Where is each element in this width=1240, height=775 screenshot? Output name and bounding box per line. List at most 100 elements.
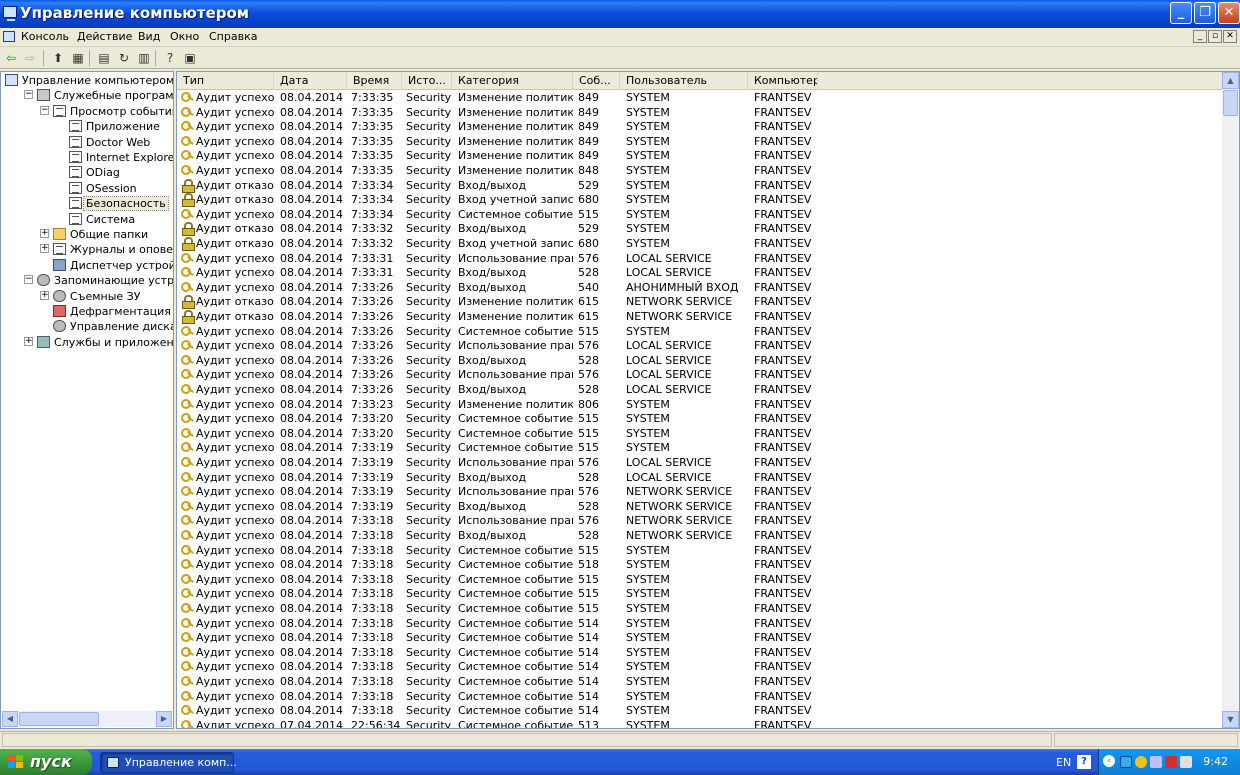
collapse-icon[interactable]: − xyxy=(40,105,49,115)
table-row[interactable]: Аудит успехов 08.04.2014 7:33:19 Security Вх… xyxy=(177,470,1223,485)
table-row[interactable]: Аудит успехов 08.04.2014 7:33:18 Security Си… xyxy=(177,572,1223,587)
child-minimize-button[interactable]: _ xyxy=(1193,30,1207,43)
console-tree[interactable]: Управление компьютером (локальным)−Служе… xyxy=(0,71,174,729)
title-bar[interactable]: Управление компьютером _ ❐ ✕ xyxy=(0,0,1240,28)
table-row[interactable]: Аудит успехов 08.04.2014 7:33:26 Security Вх… xyxy=(177,353,1223,368)
table-row[interactable]: Аудит отказов 08.04.2014 7:33:34 Security Вх… xyxy=(177,192,1223,208)
expand-icon[interactable]: + xyxy=(40,244,49,254)
column-source[interactable]: Исто... xyxy=(402,72,452,90)
help-icon[interactable]: ? xyxy=(162,50,178,66)
tray-expand-icon[interactable]: ‹ xyxy=(1103,755,1115,767)
collapse-icon[interactable]: − xyxy=(24,275,33,285)
start-button[interactable]: пуск xyxy=(0,749,92,775)
table-row[interactable]: Аудит успехов 08.04.2014 7:33:23 Security Из… xyxy=(177,397,1223,412)
table-row[interactable]: Аудит успехов 08.04.2014 7:33:34 Security Си… xyxy=(177,207,1223,222)
table-row[interactable]: Аудит успехов 08.04.2014 7:33:35 Security Из… xyxy=(177,90,1223,105)
scrollbar-thumb[interactable] xyxy=(1223,90,1238,116)
column-category[interactable]: Категория xyxy=(452,72,573,90)
expand-icon[interactable]: + xyxy=(40,290,49,300)
table-row[interactable]: Аудит отказов 08.04.2014 7:33:32 Security Вх… xyxy=(177,236,1223,251)
column-event[interactable]: Соб... xyxy=(573,72,620,90)
child-restore-button[interactable]: ▫ xyxy=(1208,30,1222,43)
network-connection-icon[interactable] xyxy=(1150,756,1162,768)
refresh-icon[interactable]: ↻ xyxy=(116,50,132,66)
export-icon[interactable]: ▥ xyxy=(136,50,152,66)
back-icon[interactable]: ⇦ xyxy=(3,50,19,66)
table-row[interactable]: Аудит успехов 08.04.2014 7:33:35 Security Из… xyxy=(177,134,1223,149)
column-computer[interactable]: Компьютер xyxy=(748,72,818,90)
close-button[interactable]: ✕ xyxy=(1218,2,1240,24)
table-row[interactable]: Аудит отказов 08.04.2014 7:33:26 Security Из… xyxy=(177,294,1223,310)
column-type[interactable]: Тип xyxy=(177,72,274,90)
table-row[interactable]: Аудит успехов 08.04.2014 7:33:20 Security Си… xyxy=(177,426,1223,441)
table-row[interactable]: Аудит успехов 08.04.2014 7:33:18 Security Си… xyxy=(177,557,1223,572)
column-date[interactable]: Дата xyxy=(274,72,347,90)
expand-icon[interactable]: + xyxy=(40,229,49,238)
table-row[interactable]: Аудит успехов 08.04.2014 7:33:18 Security Ис… xyxy=(177,513,1223,528)
table-row[interactable]: Аудит успехов 08.04.2014 7:33:35 Security Из… xyxy=(177,163,1223,178)
table-row[interactable]: Аудит успехов 08.04.2014 7:33:26 Security Ис… xyxy=(177,367,1223,382)
network-tray-icon[interactable] xyxy=(1120,756,1132,768)
up-icon[interactable]: ⬆ xyxy=(50,50,66,66)
mmc-view-icon[interactable]: ▣ xyxy=(182,50,198,66)
table-row[interactable]: Аудит успехов 08.04.2014 7:33:31 Security Вх… xyxy=(177,265,1223,280)
table-row[interactable]: Аудит успехов 08.04.2014 7:33:18 Security Си… xyxy=(177,616,1223,631)
event-list[interactable]: Тип Дата Время Исто... Категория Соб... … xyxy=(176,71,1240,729)
table-row[interactable]: Аудит успехов 08.04.2014 7:33:18 Security Си… xyxy=(177,674,1223,689)
scroll-left-icon[interactable]: ◀ xyxy=(2,711,18,727)
maximize-button[interactable]: ❐ xyxy=(1194,2,1216,24)
column-user[interactable]: Пользователь xyxy=(620,72,748,90)
volume-tray-icon[interactable] xyxy=(1180,756,1192,768)
menu-console[interactable]: Консоль xyxy=(21,30,69,43)
list-vertical-scrollbar[interactable]: ▲ ▼ xyxy=(1222,72,1239,728)
table-row[interactable]: Аудит отказов 08.04.2014 7:33:32 Security Вх… xyxy=(177,221,1223,237)
minimize-button[interactable]: _ xyxy=(1170,2,1192,24)
language-indicator[interactable]: EN xyxy=(1056,756,1071,769)
table-row[interactable]: Аудит успехов 07.04.2014 22:56:34 Security С… xyxy=(177,718,1223,728)
table-row[interactable]: Аудит успехов 08.04.2014 7:33:18 Security Си… xyxy=(177,543,1223,558)
table-row[interactable]: Аудит успехов 08.04.2014 7:33:35 Security Из… xyxy=(177,119,1223,134)
antivirus-tray-icon[interactable] xyxy=(1165,756,1177,768)
table-row[interactable]: Аудит успехов 08.04.2014 7:33:26 Security Си… xyxy=(177,324,1223,339)
taskbar-item-computer-management[interactable]: Управление комп... xyxy=(100,752,237,773)
security-alert-icon[interactable] xyxy=(1135,756,1147,768)
forward-icon[interactable]: ⇨ xyxy=(22,50,38,66)
help-tray-icon[interactable]: ? xyxy=(1077,755,1091,769)
show-tree-icon[interactable]: ▦ xyxy=(70,50,86,66)
table-row[interactable]: Аудит отказов 08.04.2014 7:33:26 Security Из… xyxy=(177,309,1223,324)
table-row[interactable]: Аудит успехов 08.04.2014 7:33:18 Security Си… xyxy=(177,659,1223,674)
table-row[interactable]: Аудит успехов 08.04.2014 7:33:31 Security Ис… xyxy=(177,251,1223,266)
table-row[interactable]: Аудит успехов 08.04.2014 7:33:35 Security Из… xyxy=(177,148,1223,163)
column-time[interactable]: Время xyxy=(347,72,402,90)
table-row[interactable]: Аудит успехов 08.04.2014 7:33:20 Security Си… xyxy=(177,411,1223,426)
table-row[interactable]: Аудит успехов 08.04.2014 7:33:19 Security Ис… xyxy=(177,455,1223,470)
table-row[interactable]: Аудит успехов 08.04.2014 7:33:18 Security Си… xyxy=(177,601,1223,616)
scrollbar-thumb[interactable] xyxy=(19,712,99,726)
table-row[interactable]: Аудит успехов 08.04.2014 7:33:18 Security Си… xyxy=(177,630,1223,645)
properties-icon[interactable]: ▤ xyxy=(96,50,112,66)
collapse-icon[interactable]: − xyxy=(24,90,33,100)
table-row[interactable]: Аудит успехов 08.04.2014 7:33:18 Security Си… xyxy=(177,689,1223,704)
menu-window[interactable]: Окно xyxy=(170,30,199,43)
table-row[interactable]: Аудит успехов 08.04.2014 7:33:19 Security Си… xyxy=(177,440,1223,455)
menu-view[interactable]: Вид xyxy=(138,30,160,43)
table-row[interactable]: Аудит успехов 08.04.2014 7:33:18 Security Си… xyxy=(177,586,1223,601)
child-close-button[interactable]: ✕ xyxy=(1223,30,1237,43)
table-row[interactable]: Аудит успехов 08.04.2014 7:33:35 Security Из… xyxy=(177,105,1223,120)
scroll-right-icon[interactable]: ▶ xyxy=(156,711,172,727)
table-row[interactable]: Аудит успехов 08.04.2014 7:33:26 Security Вх… xyxy=(177,280,1223,295)
table-row[interactable]: Аудит успехов 08.04.2014 7:33:26 Security Ис… xyxy=(177,338,1223,353)
table-row[interactable]: Аудит успехов 08.04.2014 7:33:19 Security Ис… xyxy=(177,484,1223,499)
tree-horizontal-scrollbar[interactable]: ◀ ▶ xyxy=(2,711,172,727)
scroll-down-icon[interactable]: ▼ xyxy=(1222,711,1239,728)
scroll-up-icon[interactable]: ▲ xyxy=(1222,72,1239,89)
expand-icon[interactable]: + xyxy=(24,336,33,346)
menu-action[interactable]: Действие xyxy=(77,30,132,43)
table-row[interactable]: Аудит успехов 08.04.2014 7:33:18 Security Си… xyxy=(177,645,1223,660)
table-row[interactable]: Аудит успехов 08.04.2014 7:33:19 Security Вх… xyxy=(177,499,1223,514)
console-window-icon[interactable] xyxy=(3,31,15,42)
table-row[interactable]: Аудит успехов 08.04.2014 7:33:26 Security Вх… xyxy=(177,382,1223,397)
table-row[interactable]: Аудит успехов 08.04.2014 7:33:18 Security Си… xyxy=(177,703,1223,718)
table-row[interactable]: Аудит отказов 08.04.2014 7:33:34 Security Вх… xyxy=(177,178,1223,193)
table-row[interactable]: Аудит успехов 08.04.2014 7:33:18 Security Вх… xyxy=(177,528,1223,543)
